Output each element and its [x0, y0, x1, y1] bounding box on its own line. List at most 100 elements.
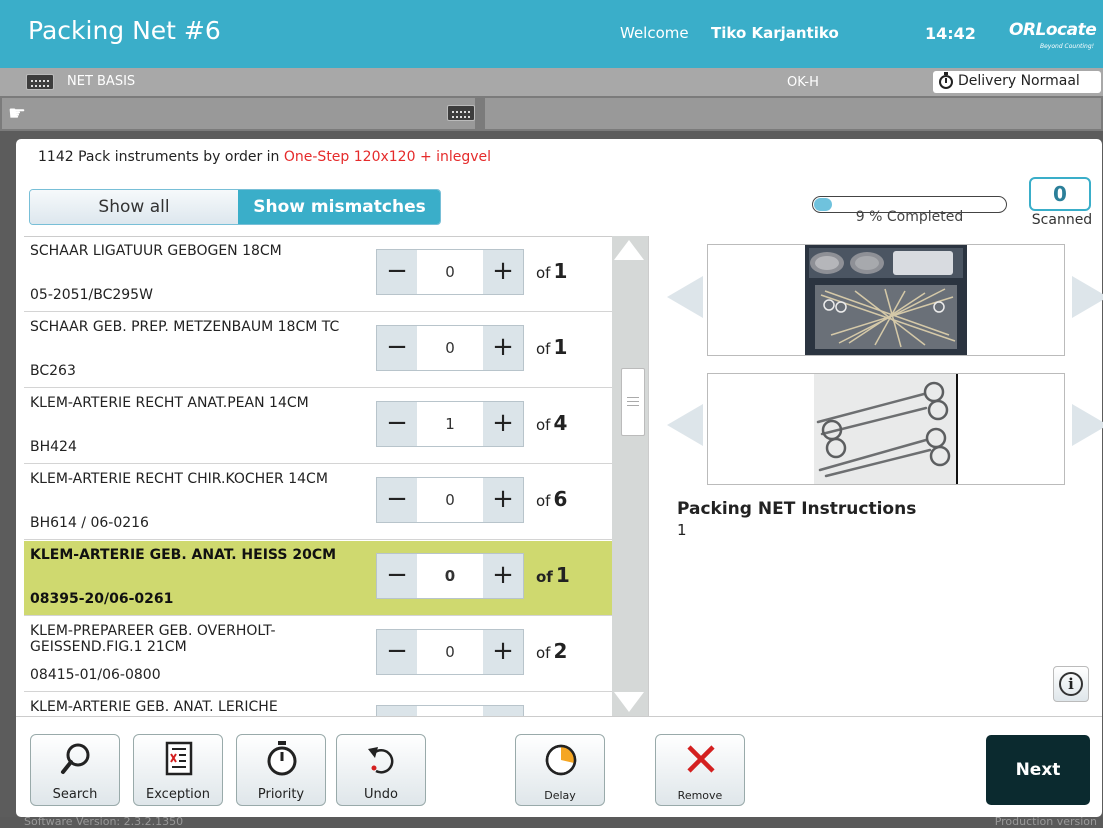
- quantity-stepper: − 0 +: [376, 553, 524, 599]
- item-total: of 1: [536, 335, 567, 359]
- scanned-label: Scanned: [1031, 212, 1093, 228]
- panel-title: 1142 Pack instruments by order in One-St…: [38, 149, 491, 165]
- list-scrollbar[interactable]: [612, 236, 648, 716]
- info-button[interactable]: i: [1053, 666, 1089, 702]
- remove-x-icon: [687, 745, 715, 773]
- item-code: BH614 / 06-0216: [30, 515, 149, 531]
- priority-button[interactable]: Priority: [236, 734, 326, 806]
- quantity-value[interactable]: 0: [417, 326, 483, 370]
- net-basis-label: NET BASIS: [67, 74, 136, 89]
- quantity-stepper: − +: [376, 705, 524, 716]
- list-item[interactable]: SCHAAR LIGATUUR GEBOGEN 18CM 05-2051/BC2…: [24, 237, 612, 312]
- logo-tagline: Beyond Counting!: [1040, 43, 1095, 50]
- decrement-button[interactable]: −: [377, 478, 417, 522]
- software-version: Software Version: 2.3.2.1350: [24, 815, 184, 828]
- increment-button[interactable]: +: [483, 326, 523, 370]
- of-label: of: [536, 264, 551, 282]
- decrement-button[interactable]: −: [377, 326, 417, 370]
- search-icon: [61, 743, 90, 774]
- decrement-button[interactable]: −: [377, 554, 417, 598]
- decrement-button[interactable]: −: [377, 630, 417, 674]
- undo-button[interactable]: Undo: [336, 734, 426, 806]
- hand-pointer-icon[interactable]: ☛: [8, 103, 46, 124]
- welcome-label: Welcome: [620, 24, 689, 42]
- delay-button[interactable]: Delay: [515, 734, 605, 806]
- list-item[interactable]: KLEM-ARTERIE GEB. ANAT. LERICHE − +: [24, 693, 612, 716]
- keyboard-icon[interactable]: [26, 74, 54, 90]
- location-label: OK-H: [787, 75, 819, 90]
- list-item[interactable]: KLEM-PREPAREER GEB. OVERHOLT-GEISSEND.FI…: [24, 617, 612, 692]
- quantity-value[interactable]: 0: [417, 554, 483, 598]
- increment-button[interactable]: +: [483, 250, 523, 294]
- list-item[interactable]: SCHAAR GEB. PREP. METZENBAUM 18CM TC BC2…: [24, 313, 612, 388]
- item-total: of 4: [536, 411, 567, 435]
- total-value: 1: [553, 259, 568, 283]
- quantity-value[interactable]: [417, 706, 483, 716]
- quantity-value[interactable]: 0: [417, 250, 483, 294]
- list-item-selected[interactable]: KLEM-ARTERIE GEB. ANAT. HEISS 20CM 08395…: [24, 541, 612, 616]
- panel-title-prefix: 1142 Pack instruments by order in: [38, 149, 284, 165]
- quantity-stepper: − 0 +: [376, 629, 524, 675]
- stopwatch-icon: [267, 741, 297, 776]
- quantity-value[interactable]: 0: [417, 630, 483, 674]
- search-label: Search: [52, 787, 98, 802]
- priority-label: Priority: [257, 787, 305, 802]
- scroll-up-arrow-icon[interactable]: [614, 240, 644, 260]
- instrument-list[interactable]: SCHAAR LIGATUUR GEBOGEN 18CM 05-2051/BC2…: [24, 236, 612, 716]
- action-toolbar: Search Exception Priority Undo Delay Rem…: [16, 716, 1102, 817]
- delay-label: Delay: [544, 789, 576, 802]
- item-code: BH424: [30, 439, 77, 455]
- list-item[interactable]: KLEM-ARTERIE RECHT CHIR.KOCHER 14CM BH61…: [24, 465, 612, 540]
- item-name: KLEM-ARTERIE RECHT ANAT.PEAN 14CM: [30, 395, 309, 411]
- decrement-button[interactable]: −: [377, 706, 417, 716]
- scanned-count: 0: [1029, 177, 1091, 211]
- prev-image-arrow-icon[interactable]: [667, 404, 703, 446]
- scan-bar-left: [2, 98, 475, 129]
- delivery-priority-button[interactable]: Delivery Normaal: [933, 71, 1101, 93]
- delivery-label: Delivery Normaal: [958, 73, 1080, 89]
- search-button[interactable]: Search: [30, 734, 120, 806]
- set-image-frame: [707, 244, 1065, 356]
- next-image-arrow-icon[interactable]: [1072, 404, 1103, 446]
- next-button[interactable]: Next: [986, 735, 1090, 805]
- app-logo: ORLocate: [1009, 20, 1097, 40]
- increment-button[interactable]: +: [483, 630, 523, 674]
- prev-image-arrow-icon[interactable]: [667, 276, 703, 318]
- item-total: of 1: [536, 259, 567, 283]
- show-mismatches-button[interactable]: Show mismatches: [238, 190, 440, 224]
- exception-list-icon: [165, 741, 193, 776]
- detail-pane: Packing NET Instructions 1 i: [648, 236, 1103, 716]
- show-all-button[interactable]: Show all: [30, 190, 238, 224]
- increment-button[interactable]: +: [483, 554, 523, 598]
- instructions-title: Packing NET Instructions: [677, 499, 917, 519]
- of-label: of: [536, 340, 551, 358]
- decrement-button[interactable]: −: [377, 402, 417, 446]
- scan-bar-right: [485, 98, 1101, 129]
- quantity-value[interactable]: 0: [417, 478, 483, 522]
- quantity-stepper: − 0 +: [376, 325, 524, 371]
- item-total: of 1: [536, 563, 570, 587]
- increment-button[interactable]: +: [483, 478, 523, 522]
- filter-toggle: Show all Show mismatches: [29, 189, 441, 225]
- exception-button[interactable]: Exception: [133, 734, 223, 806]
- stopwatch-icon: [939, 72, 953, 89]
- user-name: Tiko Karjantiko: [711, 24, 839, 42]
- delay-clock-icon: [545, 744, 577, 776]
- status-bar: Software Version: 2.3.2.1350 Production …: [0, 815, 1103, 828]
- next-image-arrow-icon[interactable]: [1072, 276, 1103, 318]
- main-panel: 1142 Pack instruments by order in One-St…: [16, 139, 1103, 817]
- quantity-value[interactable]: 1: [417, 402, 483, 446]
- increment-button[interactable]: +: [483, 706, 523, 716]
- decrement-button[interactable]: −: [377, 250, 417, 294]
- keyboard-icon[interactable]: [447, 105, 475, 121]
- exception-label: Exception: [146, 787, 210, 802]
- scroll-down-arrow-icon[interactable]: [614, 692, 644, 712]
- item-code: BC263: [30, 363, 76, 379]
- item-name: KLEM-ARTERIE GEB. ANAT. HEISS 20CM: [30, 547, 337, 563]
- clamp-image: [814, 374, 958, 484]
- remove-button[interactable]: Remove: [655, 734, 745, 806]
- list-item[interactable]: KLEM-ARTERIE RECHT ANAT.PEAN 14CM BH424 …: [24, 389, 612, 464]
- scroll-thumb[interactable]: [621, 368, 645, 436]
- remove-label: Remove: [677, 789, 723, 802]
- increment-button[interactable]: +: [483, 402, 523, 446]
